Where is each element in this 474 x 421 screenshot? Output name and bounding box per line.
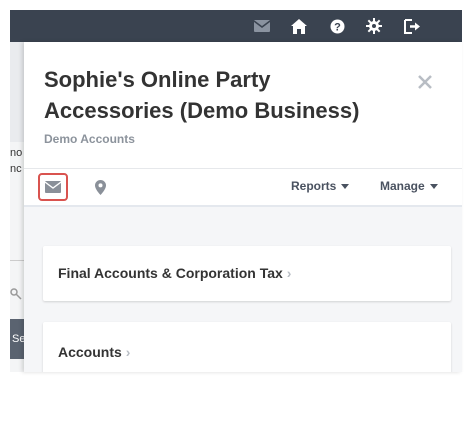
chevron-right-icon: › [286, 265, 292, 281]
background-text-1: no [10, 147, 23, 159]
background-button[interactable]: Se [10, 319, 24, 359]
background-strip [10, 42, 24, 142]
reports-label: Reports [291, 179, 337, 193]
business-modal: Sophie's Online Party Accessories (Demo … [24, 42, 462, 372]
background-search-icon[interactable] [10, 288, 24, 303]
chevron-down-icon [341, 183, 350, 189]
envelope-icon [45, 181, 61, 193]
background-text-2: nc [10, 163, 22, 175]
modal-toolbar: Reports Manage [24, 168, 462, 208]
page-subtitle: Demo Accounts [44, 132, 135, 146]
home-icon[interactable] [289, 16, 309, 36]
logout-icon[interactable] [402, 16, 422, 36]
card-accounts[interactable]: Accounts › [43, 322, 451, 372]
reports-menu[interactable]: Reports [291, 179, 350, 193]
close-button[interactable] [413, 70, 437, 94]
top-nav-bar: ? [10, 10, 462, 42]
location-button[interactable] [92, 177, 108, 197]
card-label: Final Accounts & Corporation Tax [58, 265, 283, 281]
svg-text:?: ? [334, 21, 341, 33]
chevron-right-icon: › [125, 344, 131, 360]
help-icon[interactable]: ? [327, 16, 347, 36]
content-area: Final Accounts & Corporation Tax › Accou… [24, 207, 462, 372]
manage-label: Manage [380, 179, 425, 193]
card-final-accounts[interactable]: Final Accounts & Corporation Tax › [43, 246, 451, 301]
background-page: no nc Se [10, 42, 24, 372]
mail-button[interactable] [38, 173, 68, 201]
manage-menu[interactable]: Manage [380, 179, 438, 193]
mail-icon[interactable] [252, 16, 272, 36]
background-divider [10, 260, 24, 261]
card-label: Accounts [58, 344, 122, 360]
map-pin-icon [94, 179, 106, 195]
chevron-down-icon [429, 183, 438, 189]
settings-icon[interactable] [364, 16, 384, 36]
page-title: Sophie's Online Party Accessories (Demo … [44, 67, 360, 123]
close-icon [418, 75, 432, 89]
